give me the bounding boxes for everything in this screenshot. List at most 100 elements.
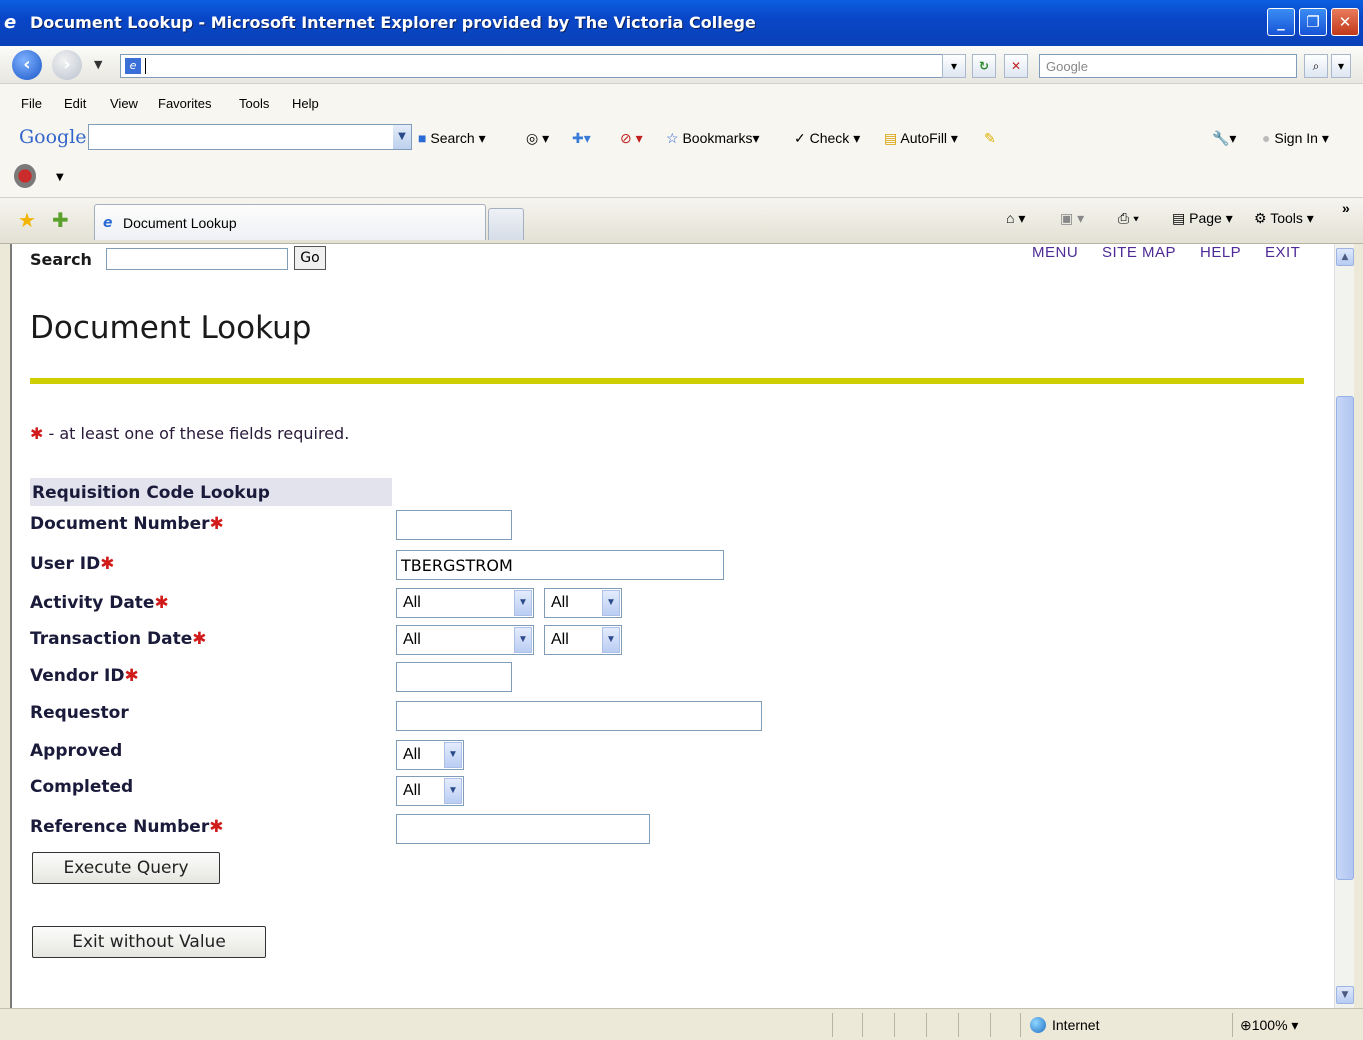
user-id-field[interactable]: TBERGSTROM — [396, 550, 724, 580]
vertical-scrollbar[interactable]: ▲ ▼ — [1334, 244, 1354, 1008]
signin-button[interactable]: ● Sign In ▾ — [1262, 130, 1329, 147]
go-button[interactable]: Go — [294, 246, 326, 270]
google-search-box[interactable]: ▼ — [88, 124, 412, 150]
chevron-more-icon[interactable]: » — [1342, 200, 1350, 216]
completed-value: All — [403, 782, 421, 799]
scroll-thumb[interactable] — [1336, 396, 1354, 880]
browser-search-input[interactable]: Google — [1039, 54, 1297, 78]
site-map-link[interactable]: SITE MAP — [1102, 244, 1176, 261]
execute-query-button[interactable]: Execute Query — [32, 852, 220, 884]
popup-blocker-icon[interactable]: ⊘ ▾ — [620, 130, 643, 147]
tab-label: Document Lookup — [123, 215, 237, 231]
signin-circle-icon: ● — [1262, 130, 1271, 146]
tools-menu-button[interactable]: ⚙ Tools ▾ — [1254, 210, 1314, 227]
transaction-date-operator-select[interactable]: All ▼ — [396, 625, 534, 655]
document-number-field[interactable] — [396, 510, 512, 540]
home-icon[interactable]: ⌂ ▾ — [1006, 210, 1025, 227]
vendor-id-label: Vendor ID✱ — [30, 666, 139, 686]
history-dropdown-icon[interactable]: ▼ — [94, 58, 102, 71]
transaction-date-value: All — [551, 631, 569, 648]
required-asterisk-icon: ✱ — [209, 817, 224, 837]
highlighter-icon[interactable]: ✎ — [984, 130, 996, 147]
exit-link[interactable]: EXIT — [1265, 244, 1300, 261]
chevron-down-icon: ▼ — [444, 742, 462, 768]
add-button-icon[interactable]: ✚▾ — [572, 130, 591, 147]
signin-label: Sign In — [1274, 130, 1318, 146]
reference-number-label: Reference Number✱ — [30, 817, 223, 837]
spellcheck-button[interactable]: ✓ Check ▾ — [794, 130, 860, 147]
bookmarks-button[interactable]: ☆ Bookmarks▾ — [666, 130, 760, 147]
refresh-icon[interactable]: ↻ — [972, 54, 996, 78]
print-icon[interactable]: ⎙ ▾ — [1118, 210, 1139, 227]
activity-date-value-select[interactable]: All ▼ — [544, 588, 622, 618]
scroll-up-icon[interactable]: ▲ — [1336, 248, 1354, 266]
stop-icon[interactable]: ✕ — [1004, 54, 1028, 78]
search-options-icon[interactable]: ▾ — [1331, 54, 1351, 78]
status-divider — [832, 1013, 833, 1037]
required-asterisk-icon: ✱ — [154, 593, 169, 613]
page-content: Search Go MENU SITE MAP HELP EXIT Docume… — [10, 244, 1334, 1008]
tab-document-lookup[interactable]: e Document Lookup — [94, 204, 486, 240]
bookmarks-label: Bookmarks — [682, 130, 753, 146]
menu-edit[interactable]: Edit — [64, 96, 86, 111]
back-button[interactable]: ‹ — [12, 50, 42, 80]
feeds-icon[interactable]: ▣ ▾ — [1060, 210, 1084, 227]
site-search-input[interactable] — [106, 248, 288, 270]
menu-tools[interactable]: Tools — [239, 96, 269, 111]
tab-ie-icon: e — [103, 215, 113, 231]
user-id-label: User ID✱ — [30, 554, 114, 574]
page-icon: ▤ — [1172, 210, 1186, 226]
required-asterisk-icon: ✱ — [30, 424, 44, 443]
pdf-toolbar: ▼ — [0, 156, 1363, 198]
menu-favorites[interactable]: Favorites — [158, 96, 211, 111]
pdf-dropdown-icon[interactable]: ▼ — [56, 172, 64, 183]
page-menu-button[interactable]: ▤ Page ▾ — [1172, 210, 1233, 227]
section-title: Requisition Code Lookup — [30, 478, 392, 506]
add-favorites-icon[interactable]: ✚ — [52, 208, 69, 232]
zone-label: Internet — [1052, 1017, 1100, 1033]
address-bar[interactable]: e — [120, 54, 962, 78]
close-button[interactable]: ✕ — [1331, 8, 1359, 36]
approved-select[interactable]: All ▼ — [396, 740, 464, 770]
help-link[interactable]: HELP — [1200, 244, 1241, 261]
vendor-id-field[interactable] — [396, 662, 512, 692]
news-icon[interactable]: ◎ ▾ — [526, 130, 549, 147]
check-label: Check — [809, 130, 850, 146]
search-icon[interactable]: ⌕ — [1304, 54, 1328, 78]
minimize-button[interactable]: _ — [1267, 8, 1295, 36]
reference-number-label-text: Reference Number — [30, 817, 210, 837]
new-tab-button[interactable] — [488, 208, 524, 240]
window-title-bar: e Document Lookup - Microsoft Internet E… — [0, 0, 1363, 46]
site-search-label: Search — [30, 250, 92, 269]
activity-date-value: All — [551, 594, 569, 611]
chevron-down-icon: ▼ — [602, 627, 620, 653]
menu-help[interactable]: Help — [292, 96, 319, 111]
pdf-icon[interactable] — [14, 164, 36, 188]
page-menu-label: Page — [1189, 210, 1222, 226]
completed-select[interactable]: All ▼ — [396, 776, 464, 806]
forward-button[interactable]: › — [52, 50, 82, 80]
menu-view[interactable]: View — [110, 96, 138, 111]
google-search-button[interactable]: ■ Search ▾ — [418, 130, 486, 147]
favorites-star-icon[interactable]: ★ — [18, 208, 36, 232]
required-asterisk-icon: ✱ — [100, 554, 115, 574]
requestor-label: Requestor — [30, 703, 129, 723]
settings-wrench-icon[interactable]: 🔧▾ — [1212, 130, 1236, 147]
transaction-date-value-select[interactable]: All ▼ — [544, 625, 622, 655]
zoom-control[interactable]: ⊕100% ▾ — [1240, 1017, 1298, 1034]
chevron-down-icon: ▼ — [514, 627, 532, 653]
address-dropdown-icon[interactable]: ▾ — [942, 54, 966, 78]
autofill-button[interactable]: ▤ AutoFill ▾ — [884, 130, 958, 147]
status-bar: Internet ⊕100% ▾ — [0, 1008, 1363, 1040]
requestor-field[interactable] — [396, 701, 762, 731]
menu-file[interactable]: File — [21, 96, 42, 111]
exit-without-value-button[interactable]: Exit without Value — [32, 926, 266, 958]
reference-number-field[interactable] — [396, 814, 650, 844]
menu-link[interactable]: MENU — [1032, 244, 1078, 261]
google-dropdown-icon[interactable]: ▼ — [393, 125, 411, 149]
address-toolbar: ‹ › ▼ e ▾ ↻ ✕ Google ⌕ ▾ — [0, 46, 1363, 84]
scroll-down-icon[interactable]: ▼ — [1336, 986, 1354, 1004]
activity-date-operator-select[interactable]: All ▼ — [396, 588, 534, 618]
restore-button[interactable]: ❐ — [1299, 8, 1327, 36]
globe-icon — [1030, 1017, 1046, 1033]
